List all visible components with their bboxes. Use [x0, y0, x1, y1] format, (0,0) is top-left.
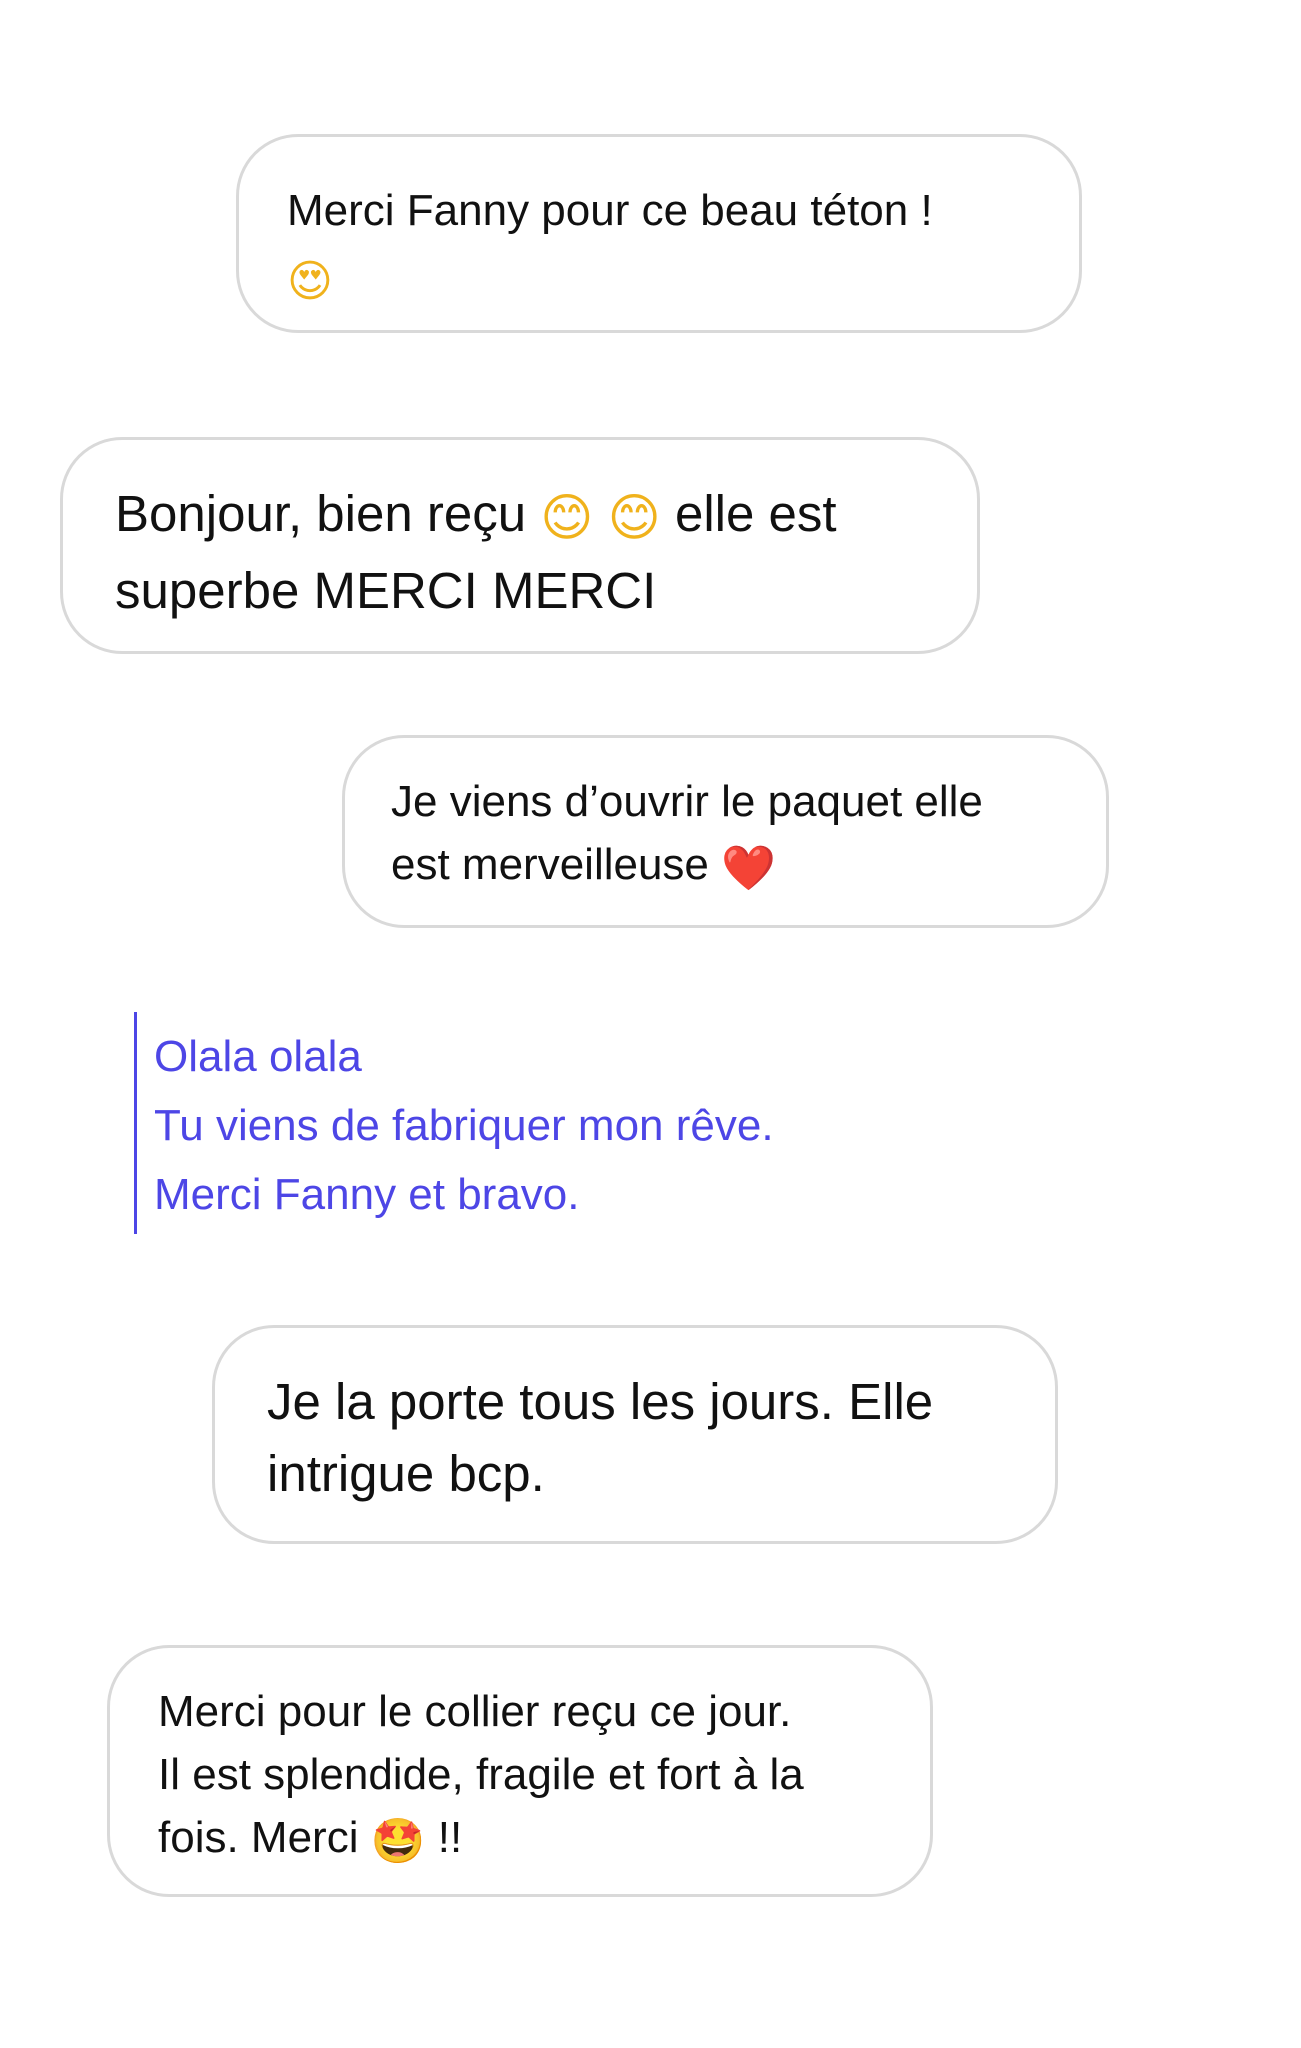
smiling-face-emoji-icon: 😊 — [540, 489, 594, 548]
message-bubble-2: Bonjour, bien reçu 😊 😊 elle est superbe … — [60, 437, 980, 654]
message-bubble-3: Je viens d’ouvrir le paquet elle est mer… — [342, 735, 1109, 928]
message-text-content: Merci Fanny pour ce beau téton ! — [287, 186, 933, 235]
message-text-content: Je viens d’ouvrir le paquet elle — [391, 777, 983, 826]
message-text-content: superbe MERCI MERCI — [115, 562, 657, 619]
message-bubble-6: Merci pour le collier reçu ce jour. Il e… — [107, 1645, 933, 1897]
message-text: Merci pour le collier reçu ce jour. Il e… — [158, 1680, 882, 1873]
quote-line-2: Tu viens de fabriquer mon rêve. — [154, 1101, 774, 1150]
message-text: Je viens d’ouvrir le paquet elle est mer… — [391, 770, 1060, 900]
message-text: Je la porte tous les jours. Elle intrigu… — [267, 1366, 1003, 1510]
message-text-content: Merci pour le collier reçu ce jour. — [158, 1687, 792, 1736]
message-text-content: Je la porte tous les jours. Elle — [267, 1373, 934, 1430]
heart-eyes-emoji-icon: 😍 — [287, 256, 333, 307]
message-text-content: fois. Merci — [158, 1813, 359, 1862]
message-bubble-5: Je la porte tous les jours. Elle intrigu… — [212, 1325, 1058, 1544]
message-text: Merci Fanny pour ce beau téton ! 😍 — [287, 177, 1031, 315]
message-text-content: intrigue bcp. — [267, 1445, 545, 1502]
quoted-message: Olala olala Tu viens de fabriquer mon rê… — [134, 1012, 934, 1234]
red-heart-emoji-icon: ❤️ — [721, 843, 776, 894]
conversation-screen: { "messages": [ {"id": "m1", "text": "Me… — [0, 0, 1301, 2048]
message-text-content: est merveilleuse — [391, 840, 709, 889]
message-text: Bonjour, bien reçu 😊 😊 elle est superbe … — [115, 478, 925, 627]
message-text-content: Il est splendide, fragile et fort à la — [158, 1750, 804, 1799]
message-bubble-1: Merci Fanny pour ce beau téton ! 😍 — [236, 134, 1082, 333]
message-text-content: !! — [437, 1813, 463, 1862]
star-struck-emoji-icon: 🤩 — [370, 1816, 426, 1867]
smiling-face-emoji-icon: 😊 — [607, 489, 661, 548]
quote-line-3: Merci Fanny et bravo. — [154, 1170, 580, 1219]
message-text-content: Bonjour, bien reçu — [115, 485, 527, 542]
message-text-content: elle est — [674, 485, 837, 542]
quote-line-1: Olala olala — [154, 1032, 362, 1081]
